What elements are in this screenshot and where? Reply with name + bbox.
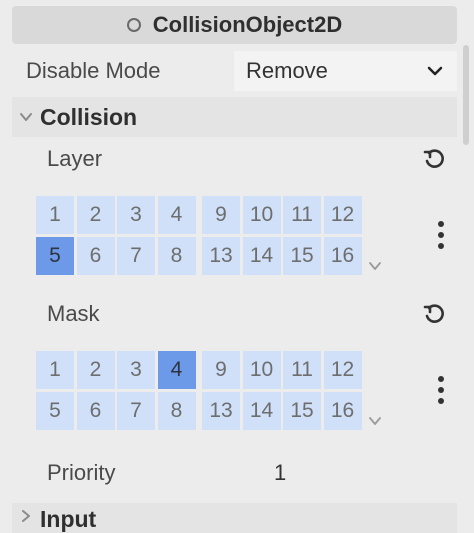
priority-value-field[interactable]: 1 [244,460,457,486]
section-input[interactable]: Input [12,503,457,533]
disable-mode-row: Disable Mode Remove [12,50,457,92]
priority-row: Priority 1 [12,451,457,495]
mask-bit-9[interactable]: 9 [202,351,240,389]
layer-bit-2[interactable]: 2 [76,196,115,234]
mask-bit-1[interactable]: 1 [36,351,74,389]
mask-bit-15[interactable]: 15 [283,392,321,430]
disable-mode-select[interactable]: Remove [234,51,457,91]
node-circle-icon [126,18,141,32]
priority-label: Priority [47,460,116,485]
mask-bit-10[interactable]: 10 [242,351,281,389]
layer-bit-14[interactable]: 14 [242,237,281,275]
mask-bit-3[interactable]: 3 [117,351,155,389]
inspector-class-header: CollisionObject2D [12,6,457,44]
scrollbar[interactable] [463,45,469,145]
section-collision-title: Collision [40,103,138,130]
mask-menu-kebab-icon[interactable] [436,375,446,405]
mask-bit-4[interactable]: 4 [157,351,196,389]
section-collision[interactable]: Collision [12,97,457,137]
collapse-chevron-icon [12,503,40,523]
layer-bit-11[interactable]: 11 [283,196,321,234]
mask-bit-16[interactable]: 16 [323,392,362,430]
layer-bit-10[interactable]: 10 [242,196,281,234]
class-title: CollisionObject2D [152,12,343,37]
layer-bit-7[interactable]: 7 [117,237,155,275]
revert-icon[interactable] [422,302,446,326]
mask-bit-8[interactable]: 8 [157,392,196,430]
mask-bit-12[interactable]: 12 [323,351,362,389]
mask-bit-7[interactable]: 7 [117,392,155,430]
expand-chevron-icon [12,110,40,124]
revert-icon[interactable] [422,147,446,171]
layer-menu-kebab-icon[interactable] [436,220,446,250]
mask-bit-2[interactable]: 2 [76,351,115,389]
layer-bit-grid: 1 2 3 4 9 10 11 12 5 6 7 8 13 14 15 16 [36,196,364,278]
layer-bit-5[interactable]: 5 [36,237,74,275]
mask-bit-grid: 1 2 3 4 9 10 11 12 5 6 7 8 13 14 15 16 [36,351,364,433]
layer-bit-16[interactable]: 16 [323,237,362,275]
layer-bit-3[interactable]: 3 [117,196,155,234]
mask-label: Mask [47,301,100,326]
layer-bit-13[interactable]: 13 [202,237,240,275]
layer-bit-4[interactable]: 4 [157,196,196,234]
mask-bit-6[interactable]: 6 [76,392,115,430]
mask-bit-11[interactable]: 11 [283,351,321,389]
mask-expand-chevron-icon[interactable] [368,416,382,426]
layer-bit-9[interactable]: 9 [202,196,240,234]
mask-bit-5[interactable]: 5 [36,392,74,430]
mask-bit-14[interactable]: 14 [242,392,281,430]
layer-bit-1[interactable]: 1 [36,196,74,234]
disable-mode-value: Remove [246,58,328,83]
mask-bit-13[interactable]: 13 [202,392,240,430]
disable-mode-label: Disable Mode [26,58,161,83]
section-input-title: Input [40,506,97,532]
chevron-down-icon [427,66,443,76]
layer-bit-6[interactable]: 6 [76,237,115,275]
layer-label: Layer [47,146,103,171]
layer-bit-15[interactable]: 15 [283,237,321,275]
layer-expand-chevron-icon[interactable] [368,261,382,271]
layer-bit-12[interactable]: 12 [323,196,362,234]
layer-bit-8[interactable]: 8 [157,237,196,275]
